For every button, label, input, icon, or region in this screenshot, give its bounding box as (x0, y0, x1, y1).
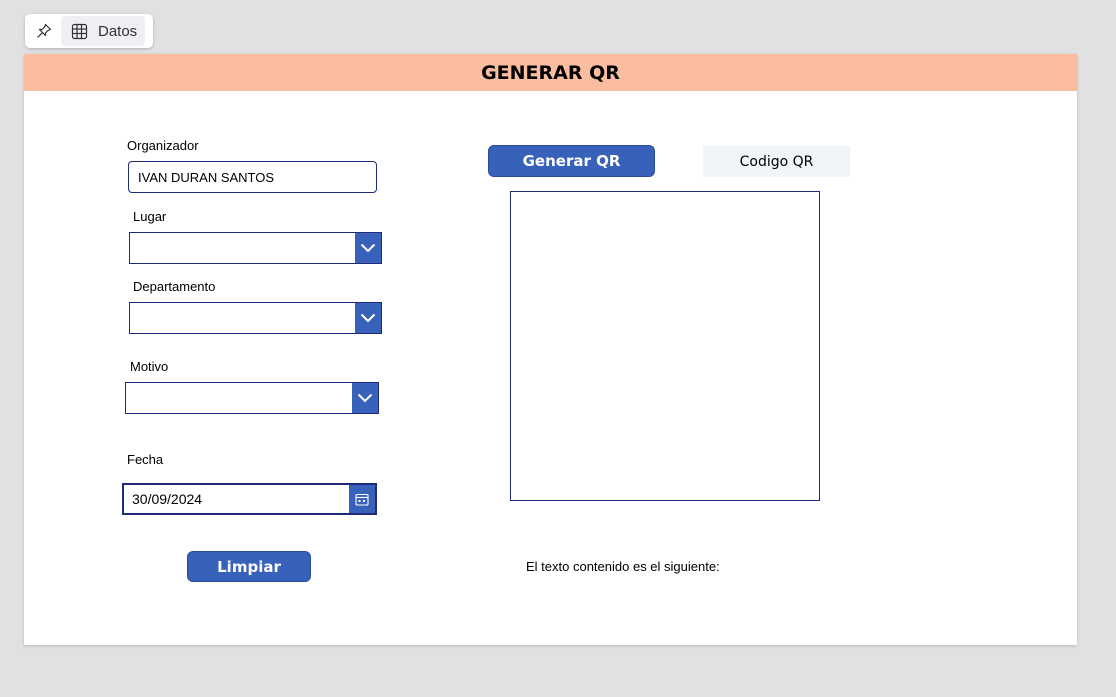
generar-qr-label: Generar QR (522, 152, 621, 170)
fecha-value: 30/09/2024 (132, 491, 203, 507)
departamento-label: Departamento (133, 279, 216, 294)
organizador-input[interactable]: IVAN DURAN SANTOS (128, 161, 377, 193)
chevron-down-icon[interactable] (352, 383, 378, 413)
calendar-icon[interactable] (349, 485, 375, 513)
limpiar-label: Limpiar (217, 557, 281, 576)
motivo-dropdown[interactable] (125, 382, 379, 414)
generar-qr-button[interactable]: Generar QR (488, 145, 655, 177)
chevron-down-icon[interactable] (355, 233, 381, 263)
motivo-label: Motivo (130, 359, 169, 374)
floating-toolbar: Datos (25, 14, 153, 48)
header-bar: GENERAR QR (24, 54, 1077, 91)
limpiar-button[interactable]: Limpiar (187, 551, 311, 582)
chevron-down-icon[interactable] (355, 303, 381, 333)
qr-info-text: El texto contenido es el siguiente: (526, 559, 720, 574)
datos-label: Datos (98, 22, 138, 40)
datos-button[interactable]: Datos (61, 16, 146, 46)
pin-icon[interactable] (29, 17, 59, 45)
page-title: GENERAR QR (481, 61, 620, 84)
organizador-label: Organizador (127, 138, 199, 153)
lugar-label: Lugar (133, 209, 167, 224)
qr-image-box (510, 191, 820, 501)
table-icon (71, 23, 88, 39)
fecha-datepicker[interactable]: 30/09/2024 (122, 483, 377, 515)
app-canvas: GENERAR QR Organizador IVAN DURAN SANTOS… (24, 54, 1077, 645)
organizador-value: IVAN DURAN SANTOS (138, 169, 275, 185)
departamento-dropdown[interactable] (129, 302, 382, 334)
fecha-label: Fecha (127, 452, 164, 467)
codigo-qr-text: Codigo QR (739, 153, 814, 170)
codigo-qr-label: Codigo QR (703, 146, 850, 177)
lugar-dropdown[interactable] (129, 232, 382, 264)
